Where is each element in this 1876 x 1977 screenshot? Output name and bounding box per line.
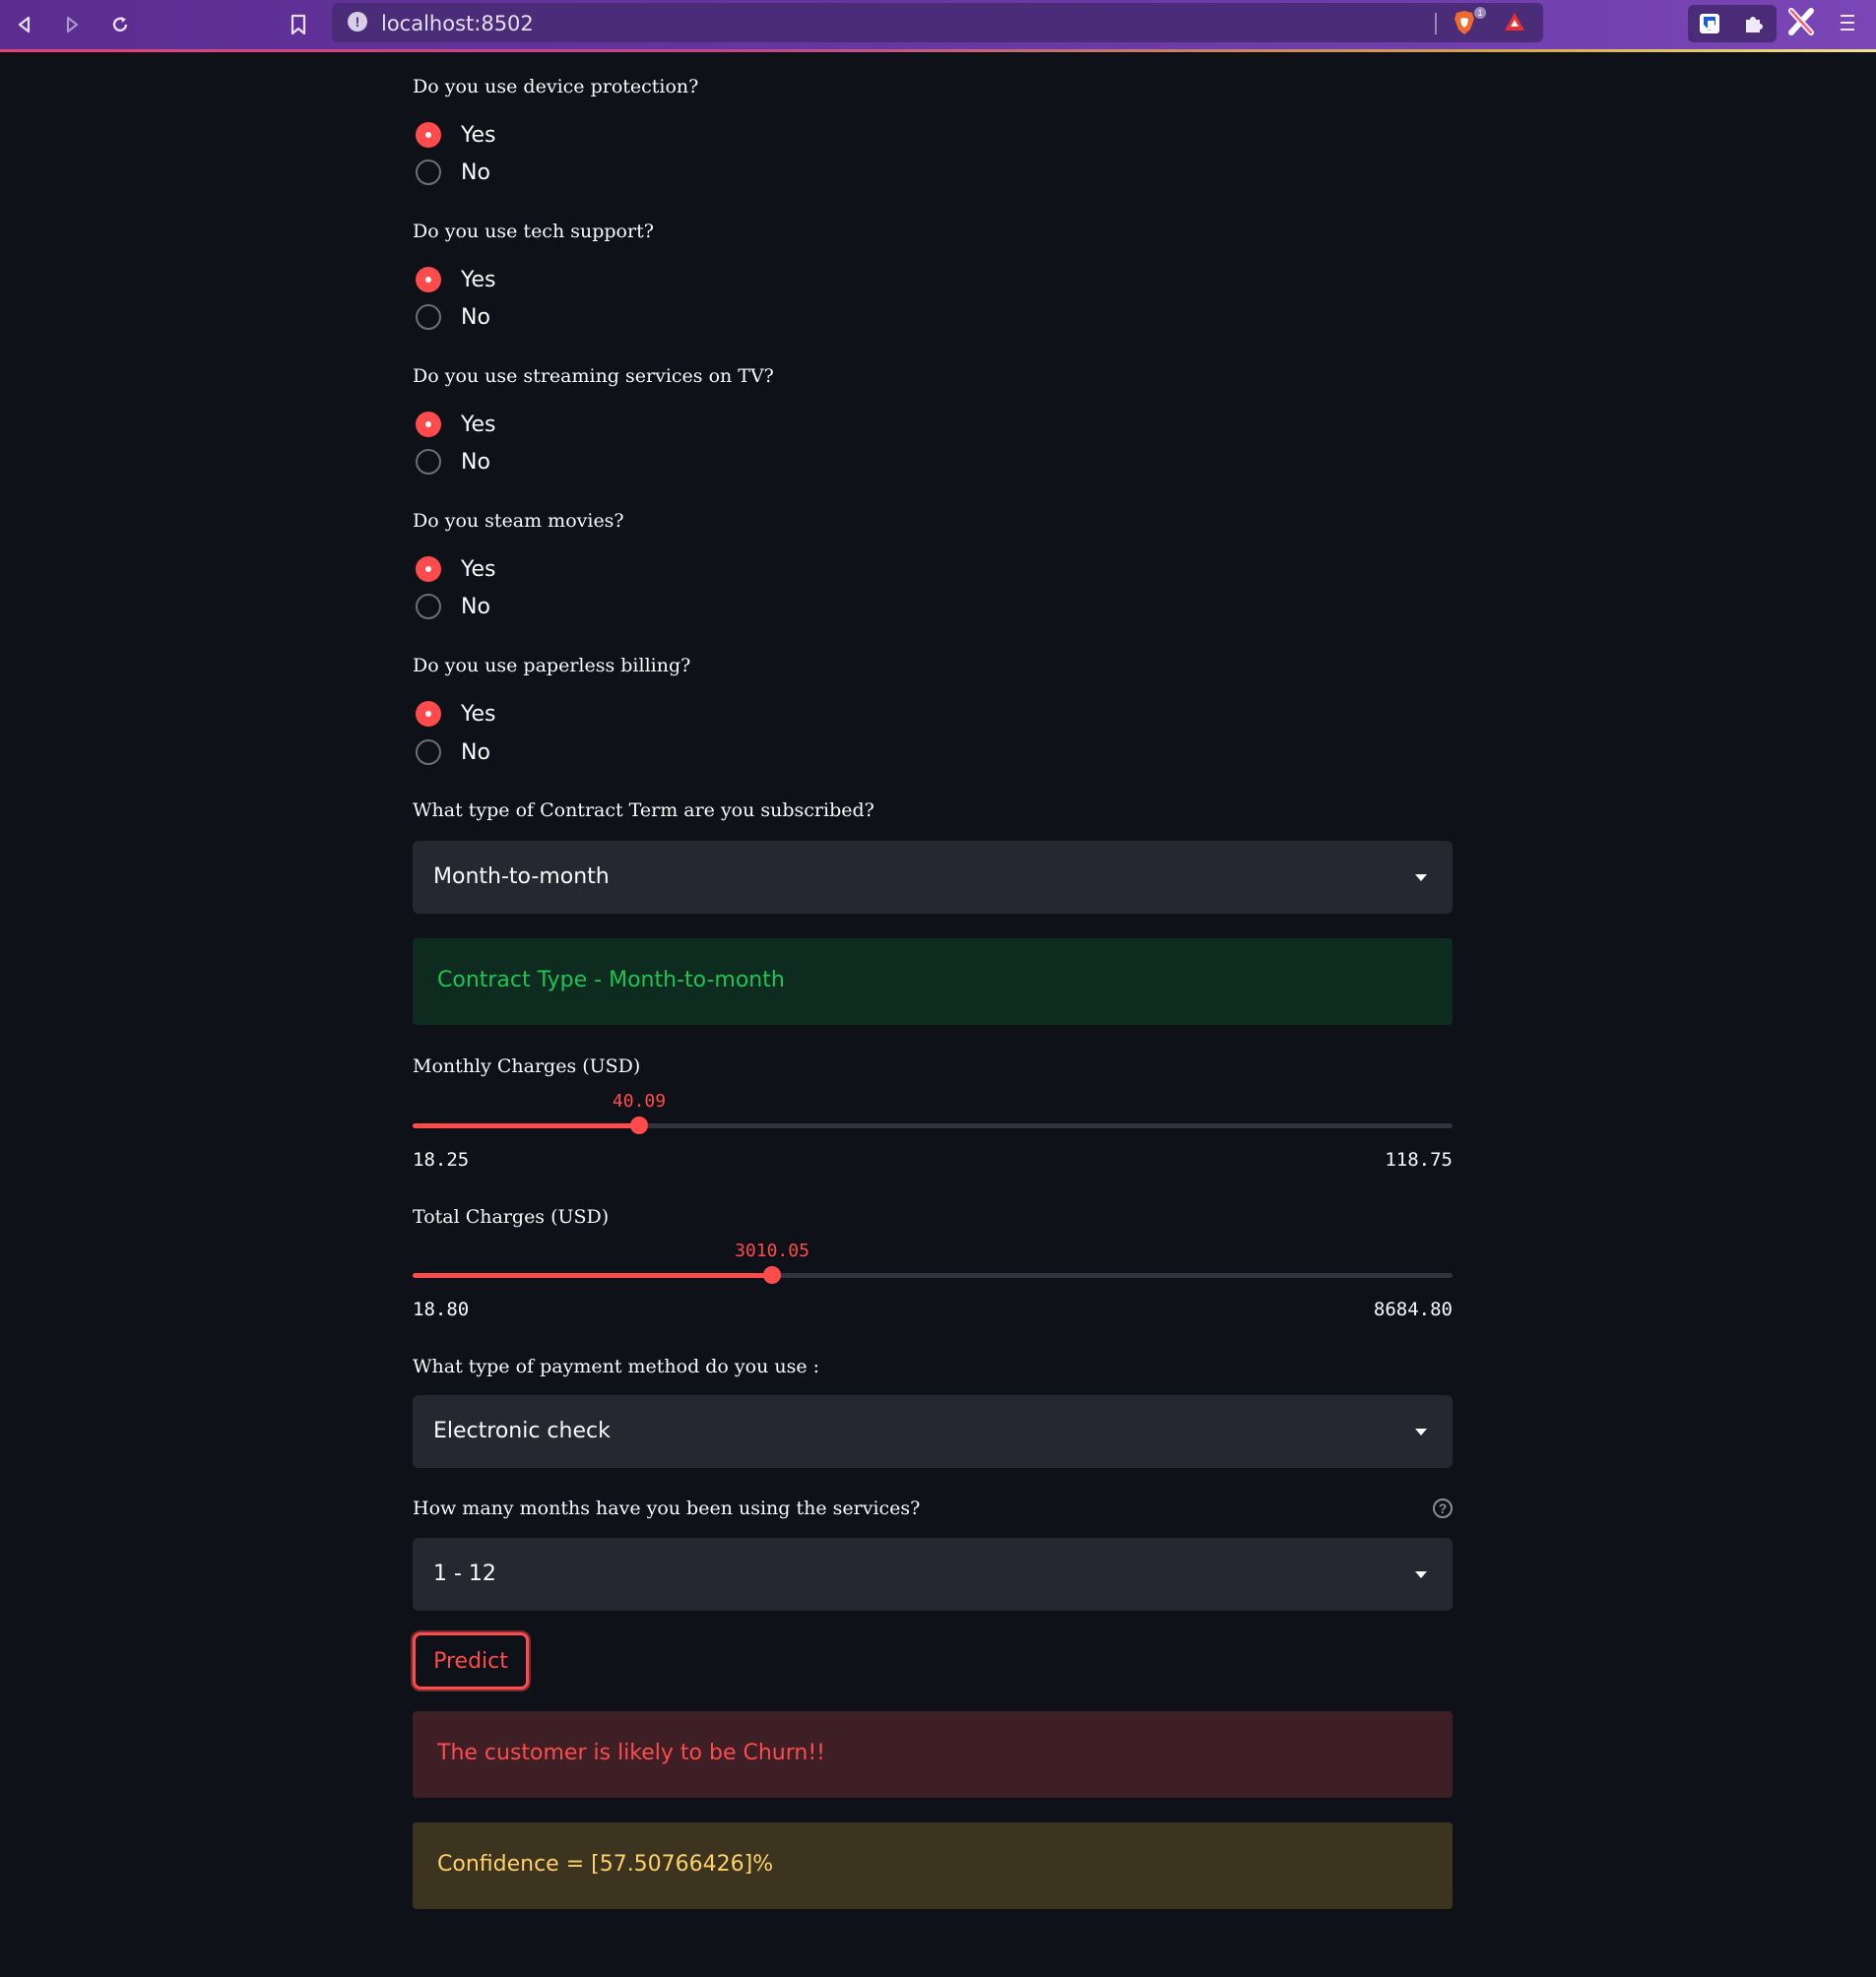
url-text: localhost:8502 — [381, 12, 534, 35]
back-arrow-icon — [18, 16, 31, 33]
tenure-select-value: 1 - 12 — [433, 1562, 496, 1586]
radio-label: Yes — [461, 412, 496, 437]
radio-unselected-icon — [416, 449, 441, 475]
info-icon[interactable]: ! — [348, 12, 367, 32]
radio-tech-support-no[interactable]: No — [416, 304, 490, 330]
churn-result-alert: The customer is likely to be Churn!! — [413, 1711, 1453, 1798]
brave-rewards-icon[interactable] — [1504, 12, 1525, 36]
extensions-puzzle-icon[interactable] — [1742, 12, 1766, 40]
radio-selected-icon — [416, 701, 441, 727]
slider-thumb[interactable] — [630, 1116, 648, 1134]
radio-stream-movies-yes[interactable]: Yes — [416, 556, 496, 582]
menu-icon[interactable] — [1840, 12, 1855, 38]
payment-method-label: What type of payment method do you use : — [413, 1356, 820, 1377]
brave-shields-icon[interactable] — [1453, 10, 1476, 40]
monthly-charges-slider[interactable] — [413, 1116, 1453, 1134]
question-label-device-protection: Do you use device protection? — [413, 76, 699, 97]
reload-button[interactable] — [103, 8, 137, 41]
slider-fill — [413, 1123, 639, 1128]
bitwarden-extension-icon[interactable] — [1698, 12, 1721, 40]
radio-label: No — [461, 449, 490, 475]
contract-info-text: Contract Type - Month-to-month — [437, 968, 785, 992]
tenure-label: How many months have you been using the … — [413, 1498, 921, 1519]
shields-count-badge: 1 — [1474, 7, 1486, 19]
question-label-paperless-billing: Do you use paperless billing? — [413, 655, 691, 676]
radio-label: Yes — [461, 267, 496, 292]
browser-toolbar: ! localhost:8502 1 — [0, 0, 1876, 49]
radio-label: Yes — [461, 701, 496, 727]
bookmark-icon — [291, 14, 306, 35]
radio-label: No — [461, 304, 490, 330]
radio-device-protection-yes[interactable]: Yes — [416, 122, 496, 148]
address-bar-divider — [1435, 13, 1437, 34]
churn-result-text: The customer is likely to be Churn!! — [437, 1741, 825, 1765]
confidence-alert: Confidence = [57.50766426]% — [413, 1822, 1453, 1909]
radio-label: No — [461, 739, 490, 765]
payment-method-select[interactable]: Electronic check — [413, 1395, 1453, 1468]
loading-gradient-line — [0, 49, 1876, 52]
radio-stream-movies-no[interactable]: No — [416, 594, 490, 619]
predict-button[interactable]: Predict — [413, 1632, 529, 1690]
radio-streaming-tv-yes[interactable]: Yes — [416, 412, 496, 437]
back-button[interactable] — [8, 8, 41, 41]
radio-tech-support-yes[interactable]: Yes — [416, 267, 496, 292]
contract-select[interactable]: Month-to-month — [413, 841, 1453, 914]
radio-unselected-icon — [416, 739, 441, 765]
contract-select-value: Month-to-month — [433, 864, 610, 889]
confidence-text: Confidence = [57.50766426]% — [437, 1852, 774, 1877]
radio-selected-icon — [416, 556, 441, 582]
reload-icon — [112, 17, 128, 32]
question-label-stream-movies: Do you steam movies? — [413, 510, 624, 532]
radio-selected-icon — [416, 412, 441, 437]
help-icon[interactable]: ? — [1433, 1499, 1453, 1518]
total-charges-value: 3010.05 — [735, 1241, 809, 1261]
radio-unselected-icon — [416, 159, 441, 185]
forward-arrow-icon — [66, 16, 79, 33]
radio-label: Yes — [461, 556, 496, 582]
slider-thumb[interactable] — [763, 1266, 781, 1284]
radio-streaming-tv-no[interactable]: No — [416, 449, 490, 475]
question-label-tech-support: Do you use tech support? — [413, 221, 654, 242]
radio-label: Yes — [461, 122, 496, 148]
address-bar[interactable]: ! localhost:8502 1 — [332, 3, 1543, 42]
monthly-charges-value: 40.09 — [612, 1091, 667, 1112]
extensions-area — [1688, 5, 1777, 42]
radio-selected-icon — [416, 267, 441, 292]
tenure-select[interactable]: 1 - 12 — [413, 1538, 1453, 1611]
monthly-charges-label: Monthly Charges (USD) — [413, 1055, 641, 1077]
slider-fill — [413, 1273, 772, 1278]
wallet-x-icon[interactable] — [1786, 7, 1816, 41]
contract-label: What type of Contract Term are you subsc… — [413, 799, 874, 821]
total-charges-slider[interactable] — [413, 1266, 1453, 1284]
radio-device-protection-no[interactable]: No — [416, 159, 490, 185]
total-charges-max: 8684.80 — [1373, 1299, 1453, 1320]
contract-info-alert: Contract Type - Month-to-month — [413, 938, 1453, 1025]
forward-button[interactable] — [55, 8, 89, 41]
monthly-charges-min: 18.25 — [413, 1149, 470, 1171]
chevron-down-icon — [1415, 1571, 1427, 1578]
total-charges-min: 18.80 — [413, 1299, 470, 1320]
monthly-charges-max: 118.75 — [1385, 1149, 1453, 1171]
total-charges-label: Total Charges (USD) — [413, 1206, 610, 1228]
bookmark-button[interactable] — [282, 8, 315, 41]
question-label-streaming-tv: Do you use streaming services on TV? — [413, 365, 774, 387]
radio-paperless-billing-yes[interactable]: Yes — [416, 701, 496, 727]
radio-label: No — [461, 159, 490, 185]
chevron-down-icon — [1415, 874, 1427, 881]
radio-selected-icon — [416, 122, 441, 148]
radio-label: No — [461, 594, 490, 619]
radio-paperless-billing-no[interactable]: No — [416, 739, 490, 765]
chevron-down-icon — [1415, 1429, 1427, 1435]
radio-unselected-icon — [416, 304, 441, 330]
payment-method-select-value: Electronic check — [433, 1419, 611, 1443]
radio-unselected-icon — [416, 594, 441, 619]
